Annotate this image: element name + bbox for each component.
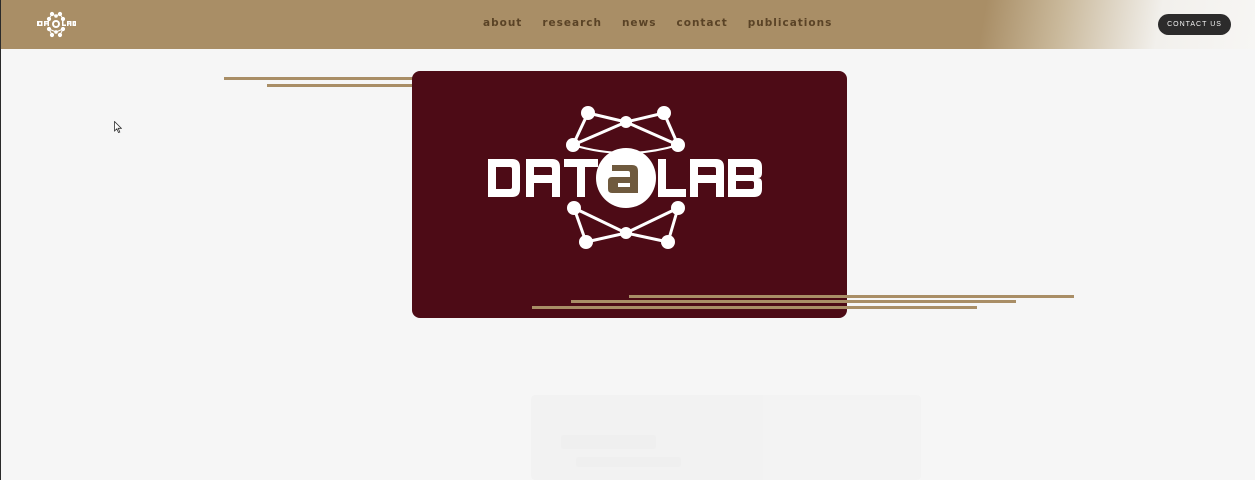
site-header: about research news contact publications… bbox=[1, 0, 1255, 49]
nav-link-contact[interactable]: contact bbox=[677, 17, 728, 29]
contact-us-button[interactable]: CONTACT US bbox=[1158, 14, 1231, 35]
nav-link-research[interactable]: research bbox=[542, 17, 602, 29]
nav-link-news[interactable]: news bbox=[622, 17, 657, 29]
datalab-logo-icon bbox=[488, 106, 762, 249]
nav-link-about[interactable]: about bbox=[483, 17, 522, 29]
hero-logo-card bbox=[412, 71, 847, 318]
decorative-line bbox=[532, 306, 977, 309]
main-nav: about research news contact publications bbox=[483, 17, 852, 29]
decorative-line bbox=[629, 295, 1074, 298]
mouse-cursor-icon bbox=[114, 121, 122, 133]
faded-placeholder-bar bbox=[561, 435, 656, 449]
decorative-line bbox=[571, 300, 1016, 303]
nav-link-publications[interactable]: publications bbox=[748, 17, 833, 29]
page: about research news contact publications… bbox=[0, 0, 1255, 480]
datalab-logo-icon[interactable] bbox=[35, 10, 77, 38]
faded-placeholder-bar bbox=[576, 457, 681, 467]
faded-content-panel bbox=[531, 395, 921, 480]
